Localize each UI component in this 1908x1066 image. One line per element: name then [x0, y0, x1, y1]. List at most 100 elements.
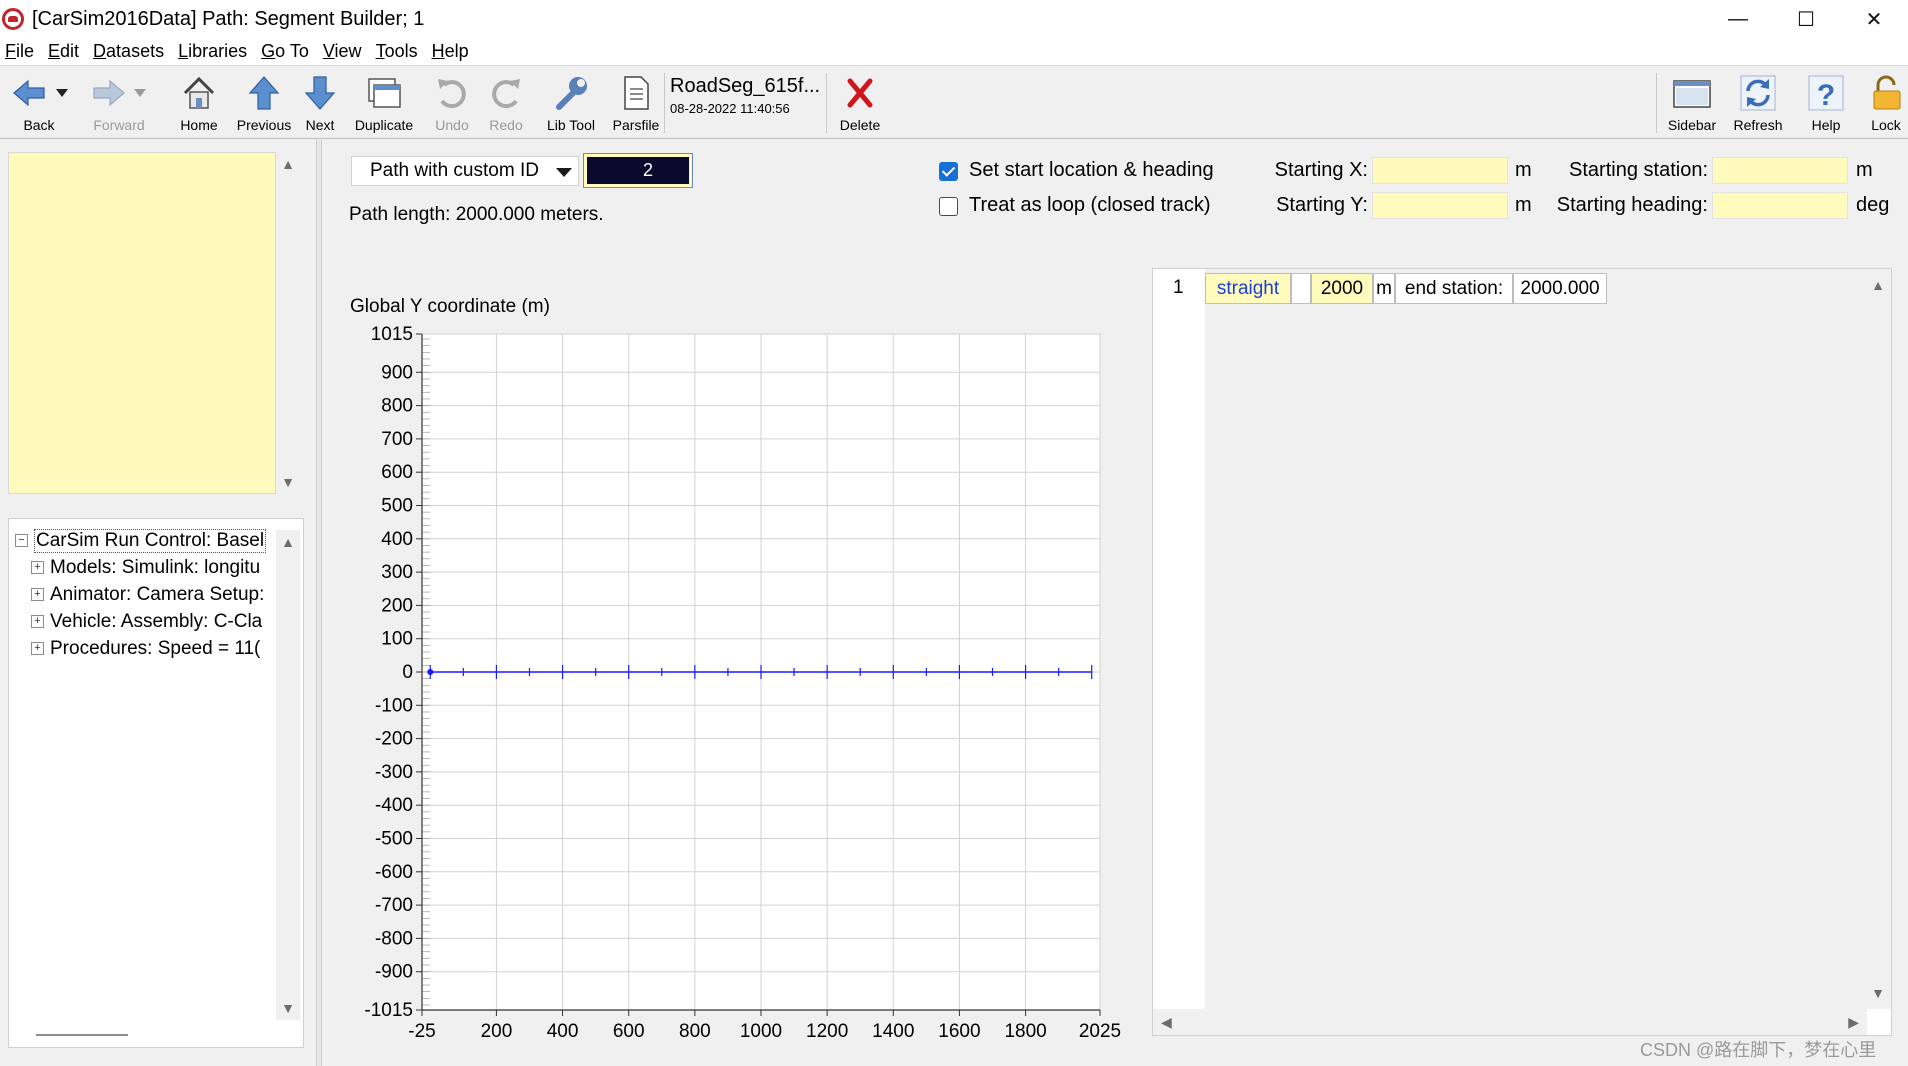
- close-window-button[interactable]: ✕: [1840, 0, 1908, 38]
- lock-button[interactable]: Lock: [1864, 71, 1908, 137]
- starting-x-label: Starting X:: [1274, 159, 1368, 181]
- home-button[interactable]: Home: [174, 71, 224, 137]
- tree-item-animator[interactable]: + Animator: Camera Setup:: [31, 581, 264, 608]
- previous-button[interactable]: Previous: [234, 71, 294, 137]
- x-tick-label: 1800: [1004, 1021, 1046, 1042]
- watermark: CSDN @路在脚下，梦在心里: [1640, 1040, 1877, 1060]
- scroll-up-icon[interactable]: ▲: [281, 156, 295, 172]
- tree-scrollbar[interactable]: ▲ ▼: [276, 530, 300, 1020]
- chart-title: Global Y coordinate (m): [350, 296, 550, 317]
- menu-goto[interactable]: Go To: [261, 41, 309, 62]
- loop-label: Treat as loop (closed track): [969, 194, 1211, 216]
- y-tick-label: 500: [381, 495, 413, 516]
- question-mark-icon: ?: [1808, 75, 1844, 112]
- segment-type-cell[interactable]: straight: [1205, 273, 1291, 304]
- notes-panel[interactable]: [8, 152, 276, 494]
- maximize-button[interactable]: ☐: [1772, 0, 1840, 38]
- scroll-down-icon[interactable]: ▼: [281, 474, 295, 490]
- scroll-left-icon[interactable]: ◀: [1161, 1014, 1172, 1031]
- notes-scrollbar[interactable]: ▲ ▼: [276, 152, 300, 494]
- dataset-name: RoadSeg_615f...: [670, 75, 821, 97]
- starting-station-input[interactable]: [1712, 157, 1848, 184]
- menu-tools[interactable]: Tools: [376, 41, 418, 62]
- up-arrow-icon: [248, 76, 280, 110]
- scroll-right-icon[interactable]: ▶: [1848, 1014, 1859, 1031]
- y-tick-label: 800: [381, 396, 413, 417]
- undo-button[interactable]: Undo: [430, 71, 474, 137]
- redo-button[interactable]: Redo: [484, 71, 528, 137]
- scroll-down-icon[interactable]: ▼: [281, 1000, 295, 1016]
- parsfile-button[interactable]: Parsfile: [612, 71, 660, 137]
- segment-table-panel: 1 straight 2000 m end station: 2000.000 …: [1152, 268, 1892, 1036]
- panel-splitter[interactable]: [316, 140, 322, 1066]
- menu-edit[interactable]: Edit: [48, 41, 79, 62]
- minimize-button[interactable]: —: [1704, 0, 1772, 38]
- tree-item-run-control[interactable]: − CarSim Run Control: Basel: [15, 527, 267, 554]
- toolbar-separator: [826, 73, 827, 133]
- scroll-down-icon[interactable]: ▼: [1871, 985, 1885, 1001]
- path-type-dropdown[interactable]: Path with custom ID: [351, 156, 579, 186]
- menu-datasets[interactable]: Datasets: [93, 41, 164, 62]
- tree-item-vehicle[interactable]: + Vehicle: Assembly: C-Cla: [31, 608, 262, 635]
- expand-icon[interactable]: +: [31, 588, 44, 601]
- lock-icon: [1873, 75, 1901, 110]
- segment-horizontal-scrollbar[interactable]: ◀ ▶: [1153, 1009, 1867, 1035]
- y-tick-label: -900: [375, 962, 413, 983]
- wrench-icon: [556, 77, 587, 110]
- path-id-input[interactable]: 2: [583, 153, 693, 188]
- tree-item-models[interactable]: + Models: Simulink: longitu: [31, 554, 260, 581]
- duplicate-button[interactable]: Duplicate: [352, 71, 416, 137]
- x-tick-label: 600: [613, 1021, 645, 1042]
- collapse-icon[interactable]: −: [15, 534, 28, 547]
- y-tick-label: -600: [375, 862, 413, 883]
- starting-heading-unit: deg: [1856, 194, 1890, 216]
- segment-vertical-scrollbar[interactable]: ▲ ▼: [1865, 269, 1891, 1009]
- home-icon: [183, 76, 215, 109]
- menu-view[interactable]: View: [323, 41, 362, 62]
- x-tick-label: 400: [547, 1021, 579, 1042]
- back-arrow-icon: [13, 79, 68, 107]
- segment-table-area: straight 2000 m end station: 2000.000: [1205, 269, 1867, 1009]
- y-tick-label: -500: [375, 829, 413, 850]
- tree-horizontal-scroll-thumb[interactable]: [36, 1034, 128, 1036]
- y-tick-label: 600: [381, 462, 413, 483]
- expand-icon[interactable]: +: [31, 615, 44, 628]
- starting-y-input[interactable]: [1372, 192, 1508, 219]
- help-button[interactable]: ? Help: [1804, 71, 1848, 137]
- y-tick-label: 200: [381, 595, 413, 616]
- x-tick-label: 1200: [806, 1021, 848, 1042]
- tree-item-procedures[interactable]: + Procedures: Speed = 11(: [31, 635, 260, 662]
- document-icon: [624, 76, 649, 110]
- dataset-timestamp: 08-28-2022 11:40:56: [670, 101, 790, 116]
- x-tick-label: 1600: [938, 1021, 980, 1042]
- window-title: [CarSim2016Data] Path: Segment Builder; …: [32, 7, 425, 30]
- forward-button[interactable]: Forward: [86, 71, 152, 137]
- x-tick-label: -25: [408, 1021, 435, 1042]
- lib-tool-button[interactable]: Lib Tool: [540, 71, 602, 137]
- y-tick-label: 400: [381, 529, 413, 550]
- expand-icon[interactable]: +: [31, 642, 44, 655]
- set-start-checkbox[interactable]: [939, 162, 958, 181]
- starting-x-input[interactable]: [1372, 157, 1508, 184]
- scroll-up-icon[interactable]: ▲: [1871, 277, 1885, 293]
- scroll-up-icon[interactable]: ▲: [281, 534, 295, 550]
- refresh-button[interactable]: Refresh: [1730, 71, 1786, 137]
- starting-heading-input[interactable]: [1712, 192, 1848, 219]
- menu-libraries[interactable]: Libraries: [178, 41, 247, 62]
- toolbar: Back Forward Home Previous Next Duplicat…: [0, 67, 1908, 139]
- starting-station-unit: m: [1856, 159, 1873, 181]
- x-tick-label: 800: [679, 1021, 711, 1042]
- sidebar-button[interactable]: Sidebar: [1664, 71, 1720, 137]
- back-button[interactable]: Back: [8, 71, 70, 137]
- loop-checkbox[interactable]: [939, 197, 958, 216]
- delete-button[interactable]: Delete: [834, 71, 886, 137]
- menu-file[interactable]: File: [5, 41, 34, 62]
- path-plot: 10159008007006005004003002001000-100-200…: [364, 324, 1121, 1042]
- expand-icon[interactable]: +: [31, 561, 44, 574]
- carsim-app-icon[interactable]: [2, 8, 24, 30]
- next-button[interactable]: Next: [300, 71, 340, 137]
- segment-length-input[interactable]: 2000: [1311, 273, 1373, 304]
- forward-arrow-icon: [93, 79, 146, 107]
- menu-help[interactable]: Help: [432, 41, 469, 62]
- down-arrow-icon: [304, 76, 336, 110]
